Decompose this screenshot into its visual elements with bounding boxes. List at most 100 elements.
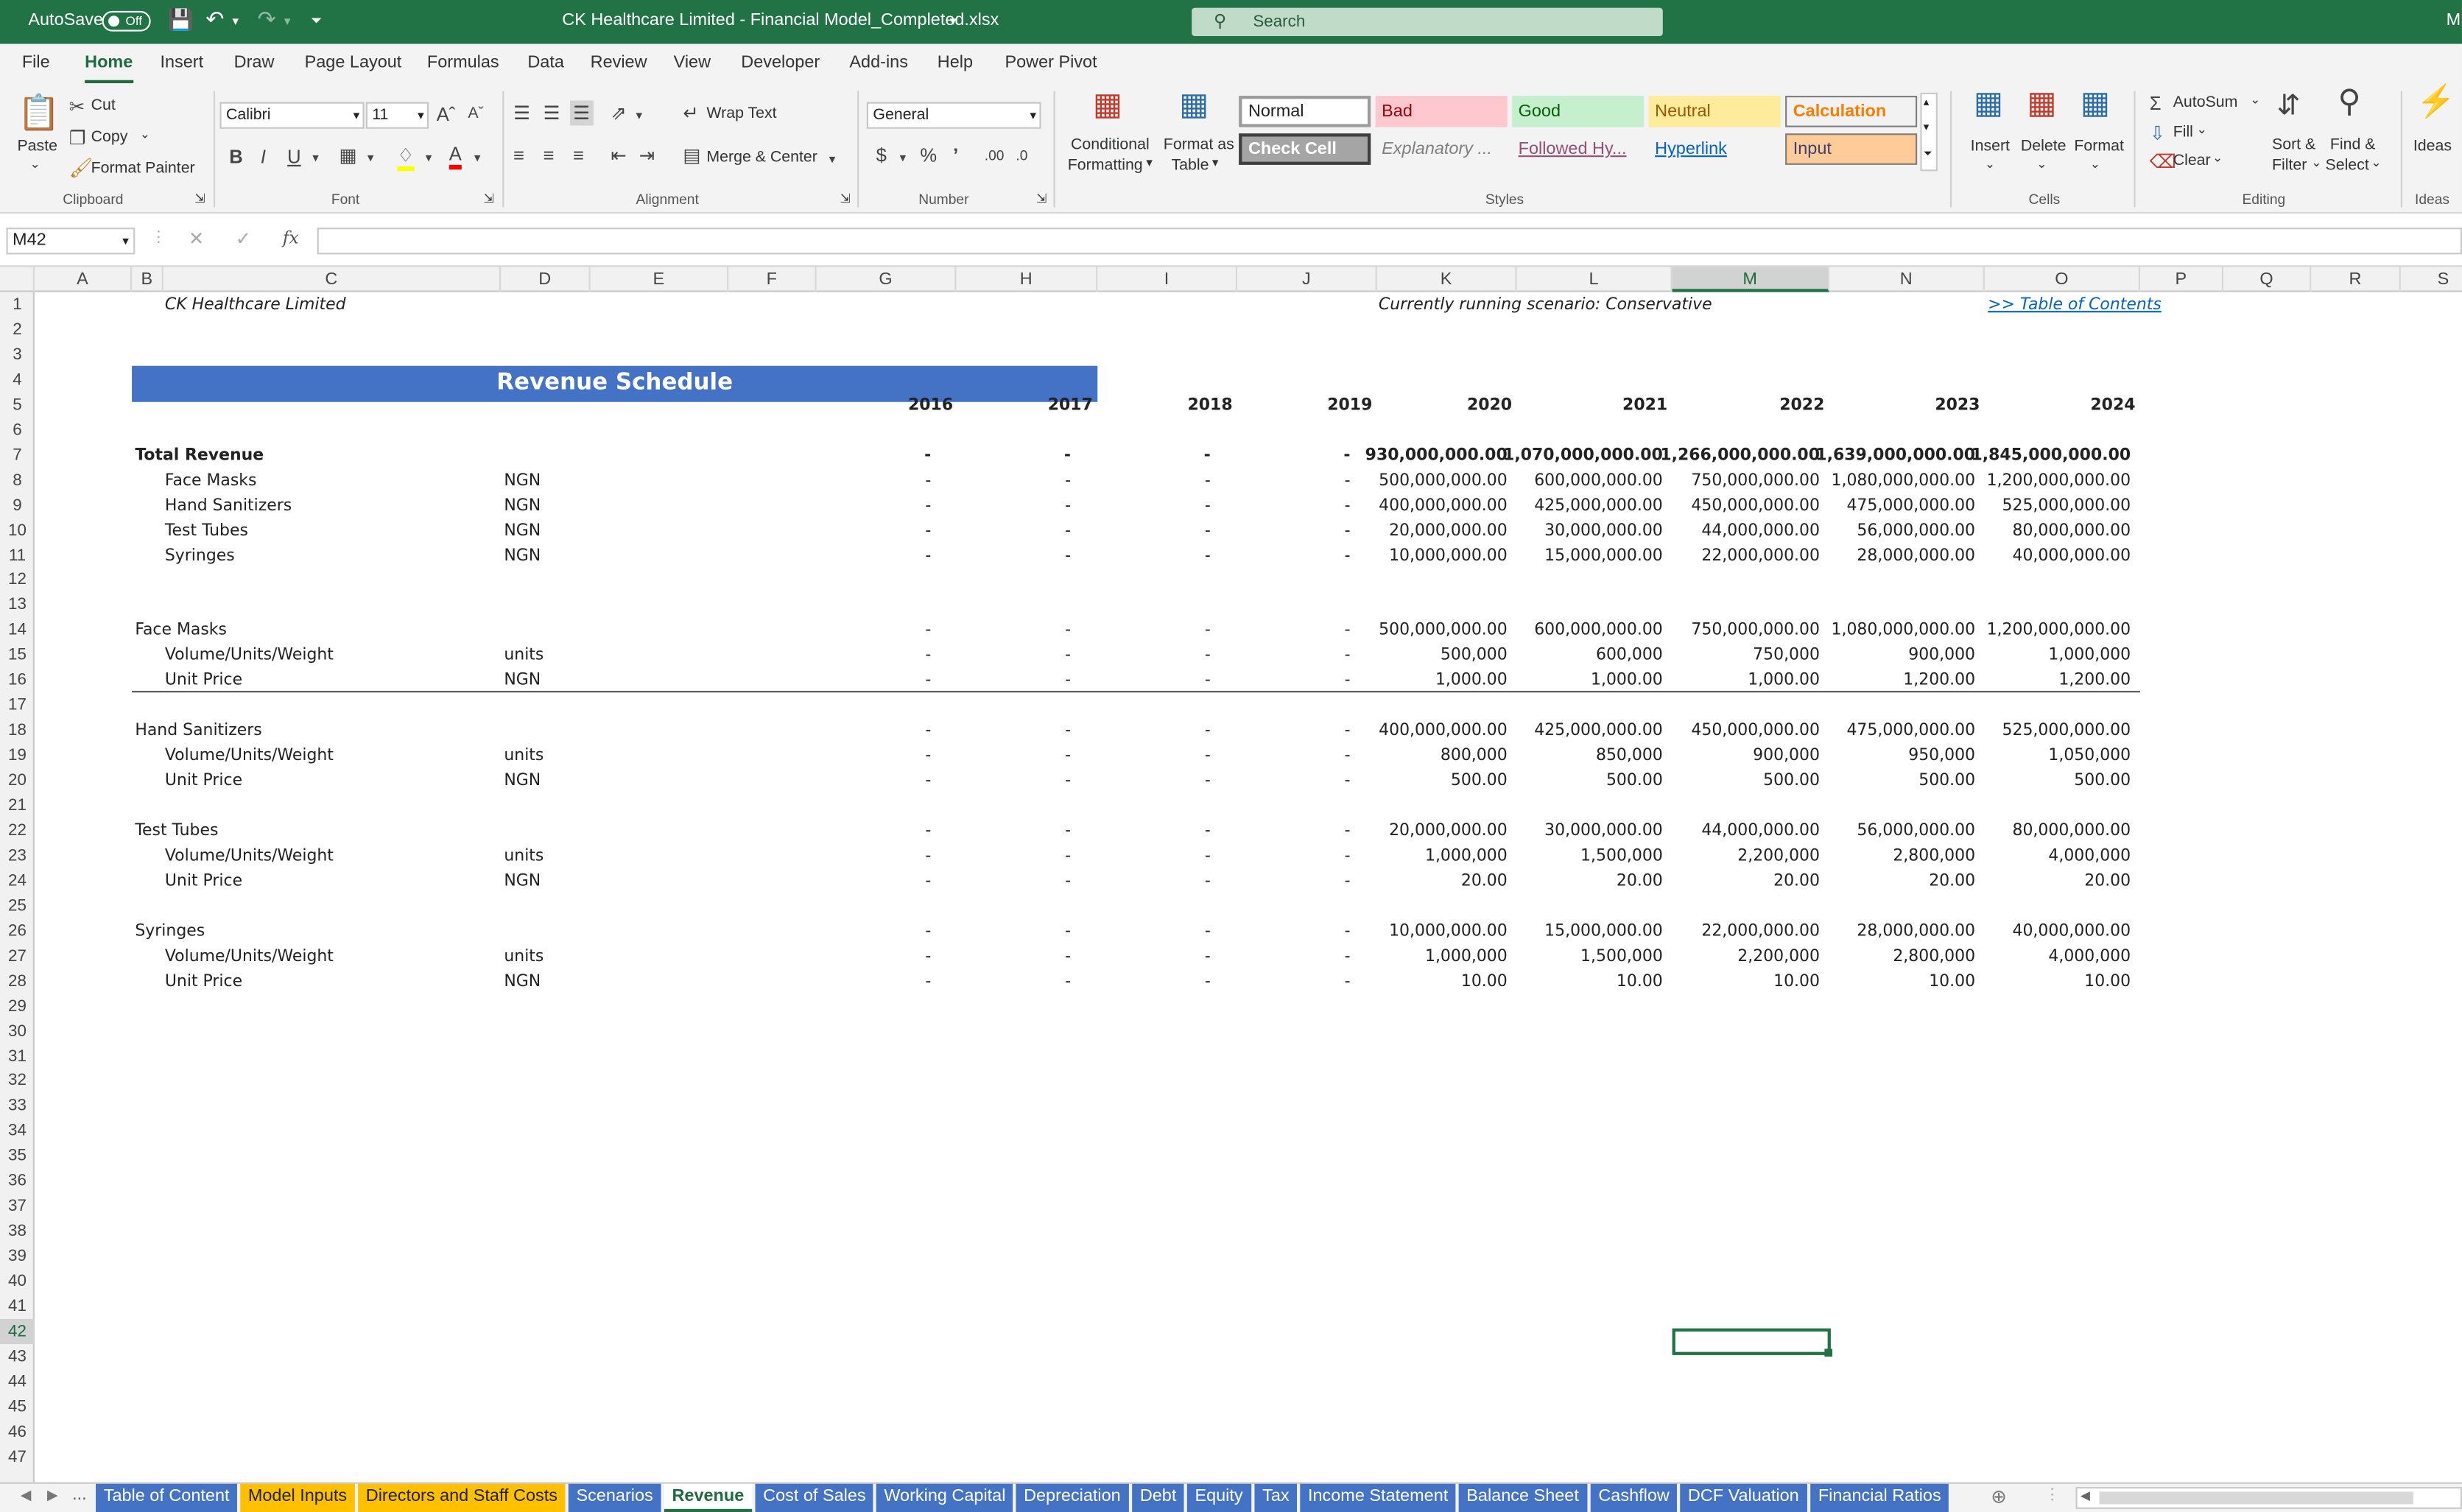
value-cell[interactable]: -: [1205, 818, 1211, 843]
column-header-j[interactable]: J: [1237, 267, 1377, 292]
row-label[interactable]: Volume/Units/Weight: [165, 643, 334, 668]
value-cell[interactable]: 475,000,000.00: [1846, 493, 1975, 518]
value-cell[interactable]: -: [925, 668, 931, 693]
value-cell[interactable]: 20.00: [2084, 868, 2131, 893]
autosum-icon[interactable]: Σ: [2150, 93, 2162, 115]
year-header-2017[interactable]: 2017: [1048, 393, 1093, 418]
clear-button[interactable]: Clear: [2173, 152, 2211, 169]
scenario-cell[interactable]: Currently running scenario: Conservative: [1379, 292, 1712, 317]
value-cell[interactable]: -: [1205, 968, 1211, 994]
copy-dropdown-icon[interactable]: ⌄: [140, 127, 150, 141]
unit-cell[interactable]: NGN: [504, 768, 541, 793]
align-left-icon[interactable]: ≡: [513, 144, 524, 166]
column-header-a[interactable]: A: [35, 267, 133, 292]
value-cell[interactable]: -: [1345, 468, 1351, 493]
value-cell[interactable]: 4,000,000: [2048, 843, 2131, 868]
cut-icon[interactable]: ✂: [69, 96, 85, 118]
style-explanatory[interactable]: Explanatory ...: [1376, 133, 1508, 165]
style-good[interactable]: Good: [1512, 96, 1645, 127]
value-cell[interactable]: 44,000,000.00: [1701, 818, 1820, 843]
value-cell[interactable]: -: [1345, 518, 1351, 543]
sheet-tab-table-of-content[interactable]: Table of Content: [96, 1483, 238, 1512]
value-cell[interactable]: 500,000: [1441, 643, 1508, 668]
column-header-d[interactable]: D: [501, 267, 591, 292]
wrap-text-icon[interactable]: ↵: [683, 102, 698, 124]
clipboard-launcher-icon[interactable]: ⇲: [194, 191, 205, 205]
year-header-2024[interactable]: 2024: [2090, 393, 2135, 418]
value-cell[interactable]: -: [1345, 768, 1351, 793]
increase-font-icon[interactable]: Aˆ: [437, 104, 456, 126]
row-label[interactable]: Volume/Units/Weight: [165, 943, 334, 968]
value-cell[interactable]: 15,000,000.00: [1544, 543, 1663, 568]
styles-gallery-scroll[interactable]: ▴ ▾ ⏷: [1920, 92, 1938, 172]
orientation-icon[interactable]: ⇗: [611, 102, 626, 124]
row-label[interactable]: Volume/Units/Weight: [165, 843, 334, 868]
value-cell[interactable]: 1,000,000: [1425, 943, 1508, 968]
value-cell[interactable]: -: [1345, 843, 1351, 868]
sheet-tab-cost-of-sales[interactable]: Cost of Sales: [755, 1483, 874, 1512]
row-label[interactable]: Hand Sanitizers: [135, 718, 261, 743]
value-cell[interactable]: -: [1205, 918, 1211, 943]
unit-cell[interactable]: NGN: [504, 668, 541, 693]
redo-icon[interactable]: ↷: [258, 7, 276, 33]
value-cell[interactable]: -: [1205, 518, 1211, 543]
copy-button[interactable]: Copy: [91, 129, 128, 146]
conditional-formatting-label[interactable]: Conditional: [1071, 136, 1150, 153]
sheet-tab-income-statement[interactable]: Income Statement: [1300, 1483, 1456, 1512]
decrease-indent-icon[interactable]: ⇤: [611, 144, 626, 166]
value-cell[interactable]: -: [1205, 643, 1211, 668]
value-cell[interactable]: -: [1345, 943, 1351, 968]
column-header-p[interactable]: P: [2140, 267, 2223, 292]
worksheet-grid[interactable]: ABCDEFGHIJKLMNOPQRS 1 2 3 4 5 6 7 8 9 10 11 12 13 14 1…: [0, 267, 2462, 1483]
value-cell[interactable]: 525,000,000.00: [2002, 493, 2131, 518]
value-cell[interactable]: 20.00: [1773, 868, 1820, 893]
format-as-table-label[interactable]: Format as: [1164, 136, 1234, 153]
tab-help[interactable]: Help: [938, 53, 973, 72]
decrease-font-icon[interactable]: Aˇ: [468, 104, 483, 126]
value-cell[interactable]: 1,639,000,000.00: [1815, 443, 1975, 468]
value-cell[interactable]: -: [1065, 618, 1071, 643]
value-cell[interactable]: -: [1205, 543, 1211, 568]
value-cell[interactable]: 40,000,000.00: [2012, 543, 2131, 568]
comma-style-icon[interactable]: ’: [953, 144, 958, 166]
value-cell[interactable]: 30,000,000.00: [1544, 818, 1663, 843]
style-input[interactable]: Input: [1785, 133, 1918, 165]
value-cell[interactable]: 450,000,000.00: [1691, 493, 1820, 518]
value-cell[interactable]: -: [1205, 493, 1211, 518]
value-cell[interactable]: -: [1205, 843, 1211, 868]
borders-icon[interactable]: ▦: [340, 144, 357, 166]
style-check-cell[interactable]: Check Cell: [1239, 133, 1371, 165]
tab-page-layout[interactable]: Page Layout: [305, 53, 402, 72]
paste-dropdown-icon[interactable]: ⌄: [30, 157, 41, 171]
tab-formulas[interactable]: Formulas: [427, 53, 499, 72]
more-sheets-ellipsis[interactable]: ...: [72, 1485, 87, 1505]
currency-icon[interactable]: $: [876, 144, 887, 166]
orientation-dropdown-icon[interactable]: ▾: [636, 105, 642, 127]
sort-filter-icon[interactable]: ⇵: [2276, 91, 2300, 119]
tab-add-ins[interactable]: Add-ins: [849, 53, 908, 72]
style-followed-hyperlink[interactable]: Followed Hy...: [1512, 133, 1644, 165]
value-cell[interactable]: 56,000,000.00: [1857, 518, 1975, 543]
tab-power-pivot[interactable]: Power Pivot: [1005, 53, 1097, 72]
increase-indent-icon[interactable]: ⇥: [639, 144, 655, 166]
value-cell[interactable]: 500.00: [1606, 768, 1663, 793]
value-cell[interactable]: 1,200,000,000.00: [1987, 468, 2131, 493]
value-cell[interactable]: -: [1065, 943, 1071, 968]
value-cell[interactable]: 425,000,000.00: [1534, 718, 1663, 743]
underline-icon[interactable]: U: [287, 146, 300, 168]
column-header-n[interactable]: N: [1829, 267, 1985, 292]
tab-insert[interactable]: Insert: [160, 53, 203, 72]
insert-cells-button[interactable]: Insert: [1971, 138, 2010, 155]
value-cell[interactable]: 1,200.00: [2058, 668, 2131, 693]
row-label[interactable]: Volume/Units/Weight: [165, 743, 334, 768]
row-label[interactable]: Test Tubes: [165, 518, 248, 543]
column-header-h[interactable]: H: [956, 267, 1098, 292]
paste-icon[interactable]: 📋: [17, 94, 60, 132]
select-all-corner[interactable]: [0, 267, 35, 292]
value-cell[interactable]: 1,000.00: [1748, 668, 1820, 693]
value-cell[interactable]: -: [925, 818, 931, 843]
insert-cells-icon[interactable]: ▦: [1974, 88, 2003, 119]
sheet-tab-directors-and-staff-costs[interactable]: Directors and Staff Costs: [358, 1483, 566, 1512]
font-launcher-icon[interactable]: ⇲: [484, 191, 494, 205]
name-box[interactable]: M42 ▾: [6, 228, 136, 255]
